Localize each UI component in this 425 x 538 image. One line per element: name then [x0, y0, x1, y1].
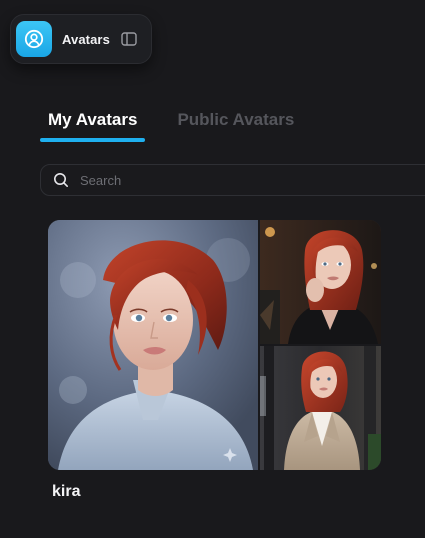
avatar-thumbnail-cafe: [260, 220, 381, 344]
avatar-name-label[interactable]: kira: [52, 483, 80, 501]
search-icon: [53, 172, 69, 188]
avatar-main-photo: [48, 220, 258, 470]
tab-my-avatars[interactable]: My Avatars: [40, 108, 146, 142]
avatar-tabs: My Avatars Public Avatars: [40, 108, 302, 142]
avatar-user-icon[interactable]: [16, 21, 52, 57]
search-input[interactable]: [78, 171, 382, 189]
app-header-chip: Avatars: [10, 14, 152, 64]
avatar-thumbnails: [260, 220, 381, 470]
tab-public-avatars[interactable]: Public Avatars: [169, 108, 302, 138]
search-box: [40, 164, 425, 196]
avatar-card[interactable]: [48, 220, 381, 470]
avatar-thumbnail-blazer: [260, 346, 381, 470]
app-title: Avatars: [62, 31, 110, 47]
avatars-page: Avatars My Avatars Public Avatars Search…: [0, 0, 425, 538]
sidebar-toggle-icon[interactable]: [121, 32, 137, 46]
